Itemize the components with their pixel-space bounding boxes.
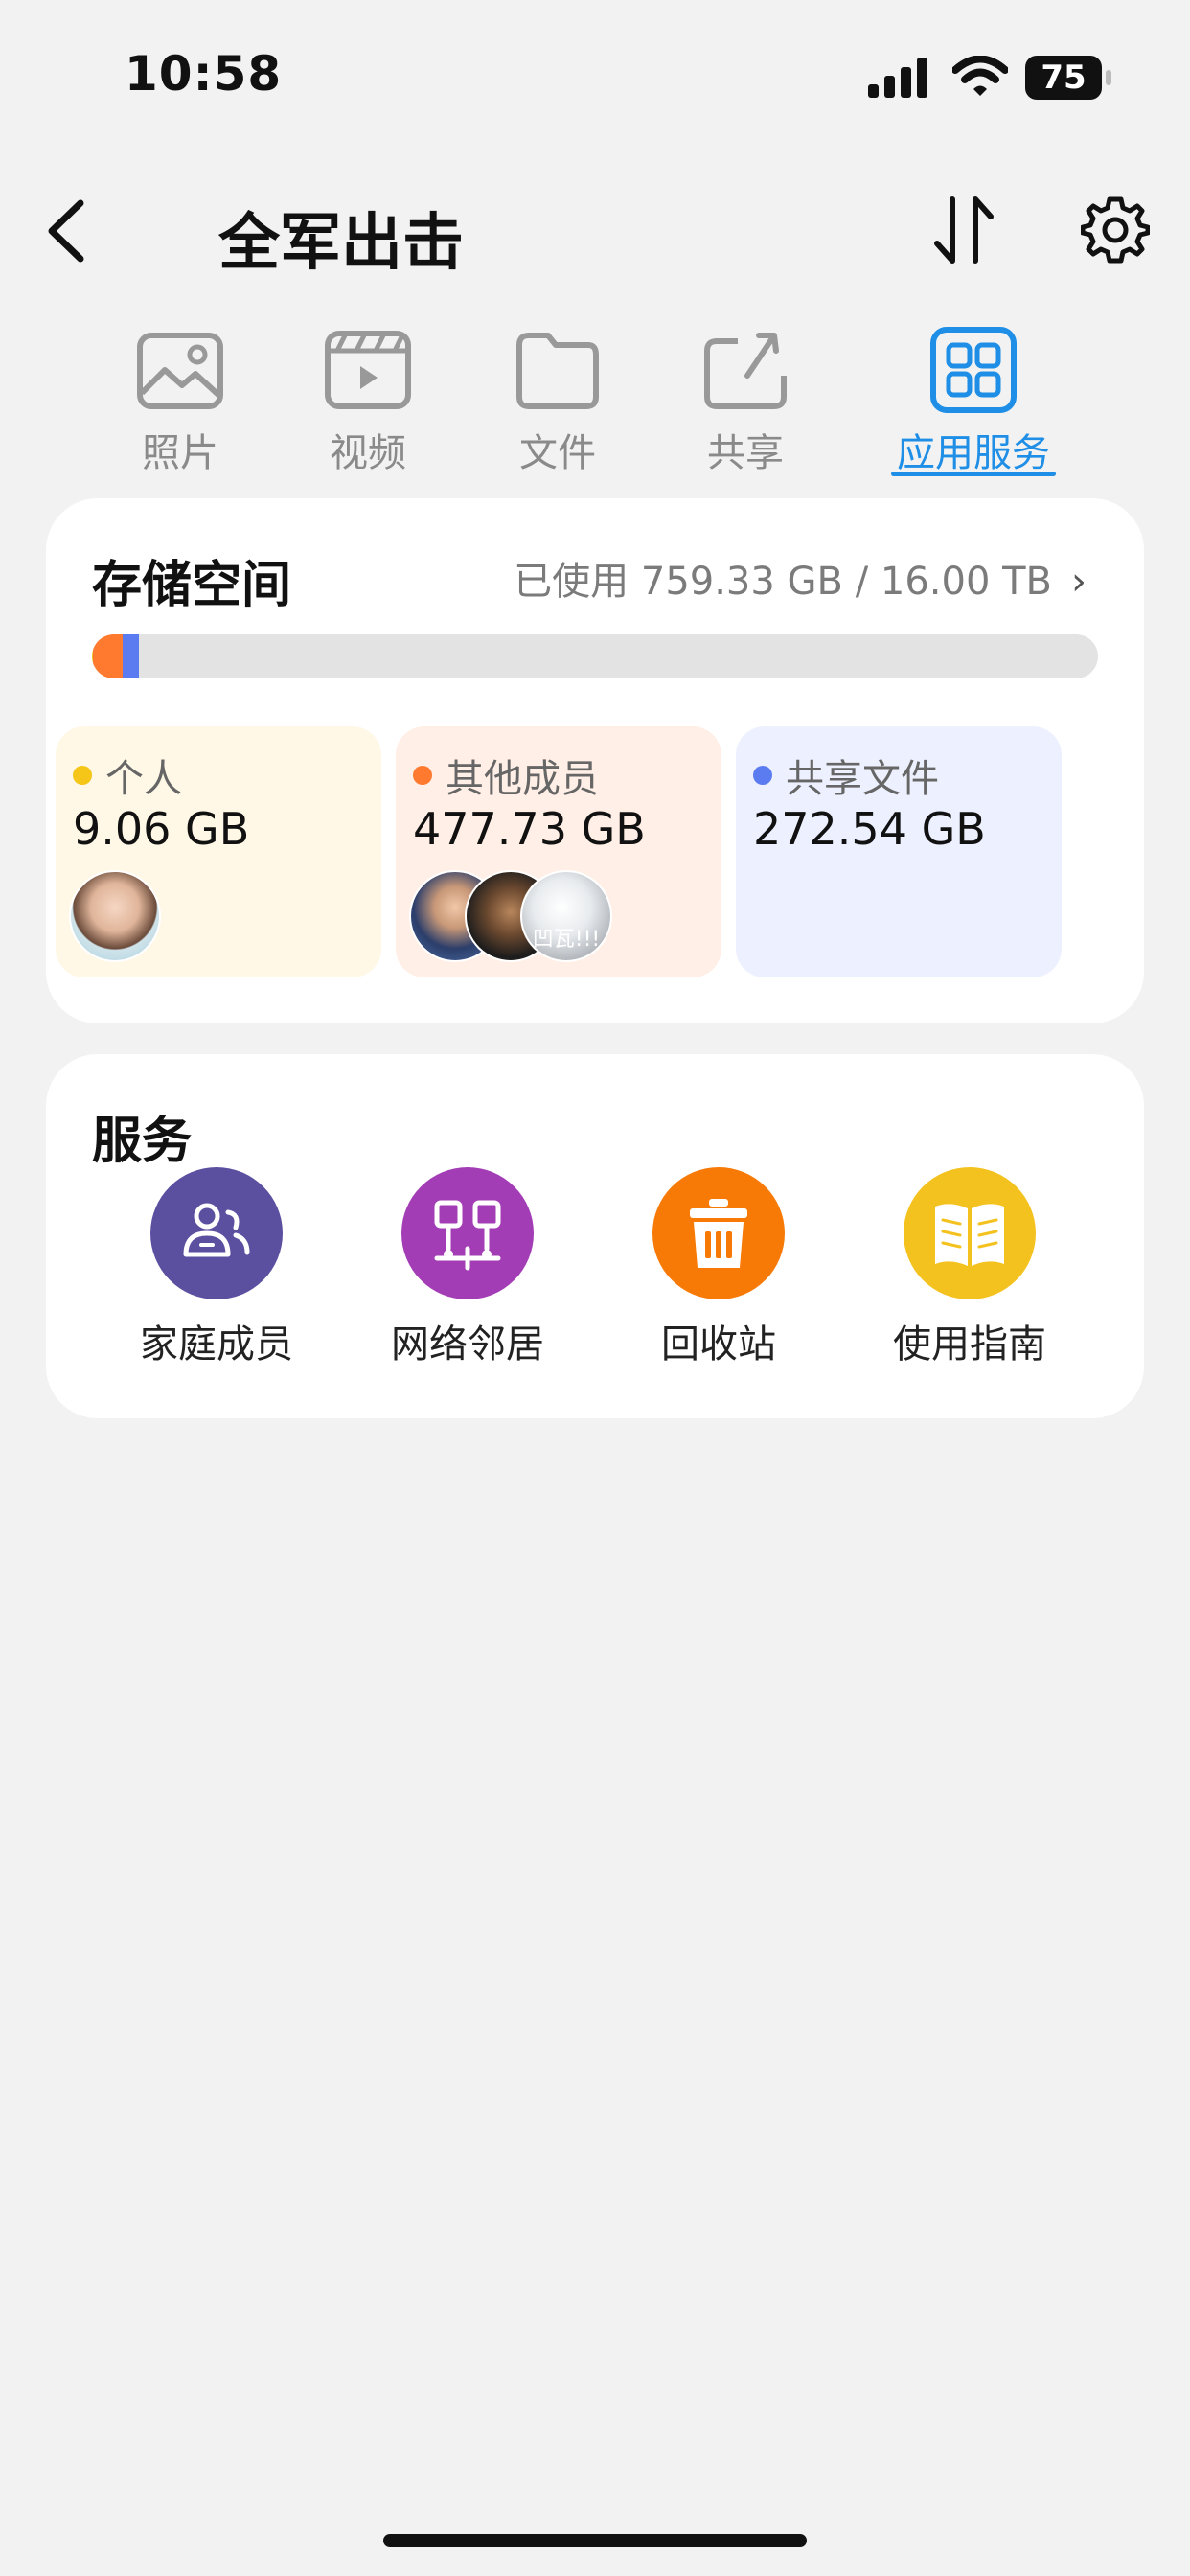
avatar: 凹瓦!!! — [520, 870, 612, 962]
nav-header: 全军出击 — [0, 172, 1190, 288]
tab-app-services[interactable]: 应用服务 — [887, 326, 1060, 489]
service-network-neighbors[interactable]: 网络邻居 — [362, 1167, 573, 1368]
tab-label: 照片 — [142, 431, 218, 475]
video-icon — [325, 331, 411, 409]
storage-title: 存储空间 — [92, 557, 292, 614]
tile-value: 9.06 GB — [73, 803, 250, 855]
gear-icon[interactable] — [1081, 196, 1150, 264]
guide-book-icon — [935, 1204, 1004, 1266]
tile-value: 477.73 GB — [413, 803, 646, 855]
tab-photos[interactable]: 照片 — [94, 326, 266, 489]
back-arrow-icon[interactable] — [38, 197, 96, 264]
network-neighbors-icon — [434, 1200, 501, 1271]
tab-share[interactable]: 共享 — [659, 326, 832, 489]
tab-label: 应用服务 — [897, 431, 1050, 475]
services-title: 服务 — [92, 1113, 193, 1170]
other-members-dot — [413, 766, 432, 785]
storage-usage-text: 已使用 759.33 GB / 16.00 TB — [514, 560, 1052, 604]
service-label: 使用指南 — [893, 1322, 1046, 1367]
tile-label: 个人 — [105, 757, 182, 801]
storage-usage-link[interactable]: 已使用 759.33 GB / 16.00 TB › — [514, 550, 1087, 606]
battery-indicator: 75 — [1025, 56, 1111, 100]
storage-progress-bar — [92, 634, 1098, 678]
chevron-right-icon: › — [1071, 560, 1087, 604]
storage-card: 存储空间 已使用 759.33 GB / 16.00 TB › 个人 9.06 G… — [46, 498, 1144, 1024]
personal-dot — [73, 766, 92, 785]
category-tabs: 照片 视频 文件 共享 应用服务 — [0, 326, 1190, 489]
avatar — [69, 870, 161, 962]
storage-bar-shared — [122, 634, 140, 678]
family-members-icon — [183, 1203, 250, 1257]
service-icon-bg — [150, 1167, 283, 1300]
service-icon-bg — [904, 1167, 1036, 1300]
tab-label: 共享 — [707, 431, 784, 475]
tab-videos[interactable]: 视频 — [282, 326, 454, 489]
cellular-signal-icon — [868, 58, 927, 98]
service-icon-bg — [652, 1167, 785, 1300]
tab-label: 文件 — [519, 431, 596, 475]
tab-label: 视频 — [330, 431, 406, 475]
wifi-icon — [952, 56, 1008, 96]
photo-icon — [137, 333, 223, 409]
apps-grid-icon — [930, 327, 1017, 413]
tile-value: 272.54 GB — [753, 803, 986, 855]
storage-tile-personal[interactable]: 个人 9.06 GB — [56, 726, 381, 978]
tile-label: 其他成员 — [446, 757, 599, 801]
storage-bar-members — [92, 634, 123, 678]
storage-tile-shared-files[interactable]: 共享文件 272.54 GB — [736, 726, 1062, 978]
share-icon — [704, 333, 787, 409]
battery-tip — [1106, 70, 1111, 85]
status-bar: 10:58 75 — [0, 0, 1190, 153]
shared-files-dot — [753, 766, 772, 785]
services-card: 服务 家庭成员 网络邻居 回收站 使用指南 — [46, 1054, 1144, 1418]
page-title: 全军出击 — [218, 208, 464, 279]
tab-files[interactable]: 文件 — [471, 326, 644, 489]
tile-label: 共享文件 — [786, 757, 939, 801]
service-icon-bg — [401, 1167, 534, 1300]
service-recycle-bin[interactable]: 回收站 — [613, 1167, 824, 1368]
service-label: 家庭成员 — [140, 1322, 293, 1367]
storage-tile-other-members[interactable]: 其他成员 477.73 GB 凹瓦!!! — [396, 726, 721, 978]
service-label: 网络邻居 — [391, 1322, 544, 1367]
service-family-members[interactable]: 家庭成员 — [111, 1167, 322, 1368]
service-user-guide[interactable]: 使用指南 — [864, 1167, 1075, 1368]
status-time: 10:58 — [125, 46, 283, 102]
folder-icon — [516, 333, 599, 409]
avatar-caption: 凹瓦!!! — [532, 928, 601, 952]
battery-level: 75 — [1025, 56, 1102, 100]
service-label: 回收站 — [661, 1322, 776, 1367]
sort-icon[interactable] — [929, 194, 998, 266]
trash-icon — [690, 1199, 747, 1268]
home-indicator — [383, 2534, 807, 2547]
active-tab-indicator — [891, 472, 1056, 476]
